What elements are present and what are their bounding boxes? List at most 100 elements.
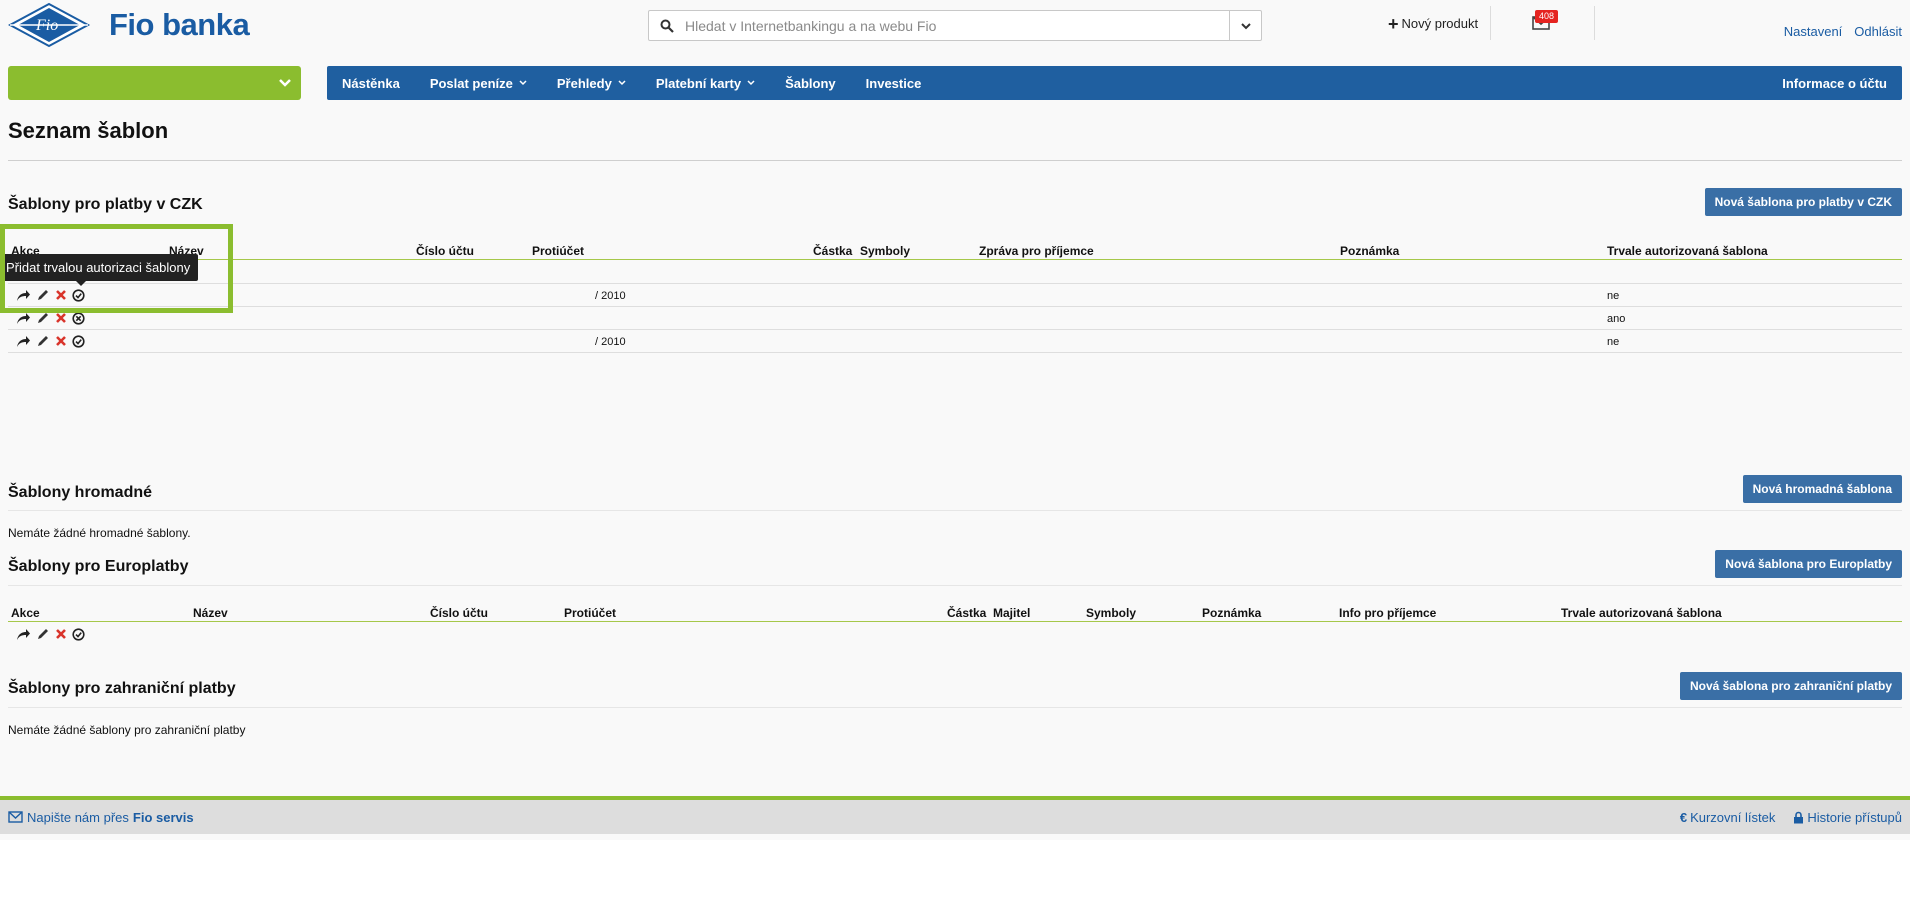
nav-item-investice[interactable]: Investice (851, 76, 937, 91)
row-actions (16, 311, 85, 325)
col-info: Info pro příjemce (1339, 606, 1437, 620)
delete-icon[interactable] (55, 289, 67, 301)
cell-autorizovana: ano (1607, 313, 1626, 325)
search-dropdown-button[interactable] (1229, 11, 1261, 40)
row-actions (16, 334, 85, 348)
col-symboly: Symboly (1086, 606, 1137, 620)
col-akce: Akce (11, 606, 40, 620)
send-arrow-icon[interactable] (16, 312, 31, 325)
table-row (8, 623, 1902, 646)
search-box (648, 10, 1262, 41)
authorize-check-icon[interactable] (72, 334, 85, 348)
bulk-empty-message: Nemáte žádné hromadné šablony. (8, 526, 191, 540)
nav-item-poslat-penize[interactable]: Poslat peníze (415, 76, 542, 91)
settings-link[interactable]: Nastavení (1784, 24, 1843, 39)
czk-table-header: Akce Název Číslo účtu Protiúčet Částka S… (8, 236, 1902, 260)
edit-pencil-icon[interactable] (36, 288, 50, 302)
col-nazev: Název (193, 606, 228, 620)
col-symboly: Symboly (860, 244, 911, 258)
nav-label: Přehledy (556, 75, 612, 91)
lock-icon (1794, 811, 1804, 823)
col-protiucet: Protiúčet (532, 244, 585, 258)
new-product-button[interactable]: + Nový produkt (1388, 13, 1479, 34)
chevron-down-icon (279, 79, 291, 87)
col-cislo-uctu: Číslo účtu (416, 244, 475, 258)
logout-link[interactable]: Odhlásit (1854, 24, 1902, 39)
table-row (8, 261, 1902, 284)
col-autorizovana: Trvale autorizovaná šablona (1561, 606, 1722, 620)
fio-servis-link[interactable]: Napište nám přes Fio servis (8, 810, 194, 825)
chevron-down-icon (519, 80, 527, 86)
table-row: ano (8, 307, 1902, 330)
row-actions (16, 627, 85, 641)
send-arrow-icon[interactable] (16, 335, 31, 348)
write-link: Fio servis (132, 809, 194, 825)
nav-label: Platební karty (655, 75, 742, 91)
divider (8, 585, 1902, 586)
exchange-rates-link[interactable]: € Kurzovní lístek (1680, 810, 1776, 825)
edit-pencil-icon[interactable] (36, 311, 50, 325)
delete-icon[interactable] (55, 335, 67, 347)
euro-table-header: Akce Název Číslo účtu Protiúčet Částka M… (8, 598, 1902, 622)
new-bulk-template-button[interactable]: Nová hromadná šablona (1742, 475, 1902, 503)
page: Fio Fio banka + Nový produkt 408 Nastave… (0, 0, 1910, 914)
delete-icon[interactable] (55, 628, 67, 640)
col-poznamka: Poznámka (1340, 244, 1400, 258)
account-selector[interactable] (8, 66, 301, 100)
logo-text: Fio banka (109, 7, 250, 42)
logo-mark-text: Fio (35, 17, 58, 34)
nav-label: Investice (865, 75, 922, 91)
authorize-check-icon[interactable] (72, 627, 85, 641)
divider (8, 510, 1902, 511)
remove-authorization-icon[interactable] (72, 311, 85, 325)
col-zprava: Zpráva pro příjemce (979, 244, 1094, 258)
col-autorizovana: Trvale autorizovaná šablona (1607, 244, 1768, 258)
nav-label: Informace o účtu (1782, 75, 1887, 91)
edit-pencil-icon[interactable] (36, 627, 50, 641)
col-majitel: Majitel (993, 606, 1031, 620)
euro-icon: € (1679, 809, 1688, 825)
main-nav: Nástěnka Poslat peníze Přehledy Platební… (327, 66, 1902, 100)
nav-item-prehledy[interactable]: Přehledy (542, 76, 641, 91)
new-foreign-template-button[interactable]: Nová šablona pro zahraniční platby (1679, 672, 1902, 700)
delete-icon[interactable] (55, 312, 67, 324)
new-product-label: Nový produkt (1401, 16, 1479, 31)
authorize-tooltip: Přidat trvalou autorizaci šablony (2, 254, 198, 281)
euro-section-title: Šablony pro Europlatby (8, 558, 189, 575)
nav-item-platebni-karty[interactable]: Platební karty (641, 76, 770, 91)
nav-item-nastenka[interactable]: Nástěnka (327, 76, 415, 91)
col-cislo-uctu: Číslo účtu (430, 606, 489, 620)
content-background (0, 0, 1910, 840)
send-arrow-icon[interactable] (16, 289, 31, 302)
foreign-empty-message: Nemáte žádné šablony pro zahraniční plat… (8, 723, 246, 737)
send-arrow-icon[interactable] (16, 628, 31, 641)
search-icon[interactable] (649, 19, 685, 33)
cell-protiucet: / 2010 (595, 336, 626, 348)
fio-logo-mark: Fio (8, 2, 91, 48)
nav-item-account-info[interactable]: Informace o účtu (1767, 76, 1902, 91)
col-castka: Částka (813, 244, 853, 258)
tooltip-arrow (76, 281, 86, 286)
envelope-icon (8, 811, 23, 823)
plus-icon: + (1388, 13, 1399, 34)
nav-label: Poslat peníze (429, 75, 513, 91)
nav-item-sablony[interactable]: Šablony (770, 76, 851, 91)
col-castka: Částka (947, 606, 987, 620)
new-czk-template-button[interactable]: Nová šablona pro platby v CZK (1704, 188, 1902, 216)
divider (8, 707, 1902, 708)
search-input[interactable] (685, 11, 1229, 40)
fio-logo[interactable]: Fio Fio banka (8, 2, 250, 48)
bulk-section-title: Šablony hromadné (8, 484, 153, 501)
access-history-label: Historie přístupů (1807, 809, 1902, 825)
access-history-link[interactable]: Historie přístupů (1793, 810, 1902, 825)
mail-count-badge: 408 (1535, 10, 1559, 23)
chevron-down-icon (747, 80, 755, 86)
header-divider (1490, 6, 1491, 40)
authorize-check-icon[interactable] (72, 288, 85, 302)
czk-section-title: Šablony pro platby v CZK (8, 196, 203, 213)
page-title: Seznam šablon (8, 118, 169, 143)
edit-pencil-icon[interactable] (36, 334, 50, 348)
nav-label: Nástěnka (342, 75, 400, 91)
table-row: / 2010 ne (8, 284, 1902, 307)
new-euro-template-button[interactable]: Nová šablona pro Europlatby (1715, 550, 1902, 578)
